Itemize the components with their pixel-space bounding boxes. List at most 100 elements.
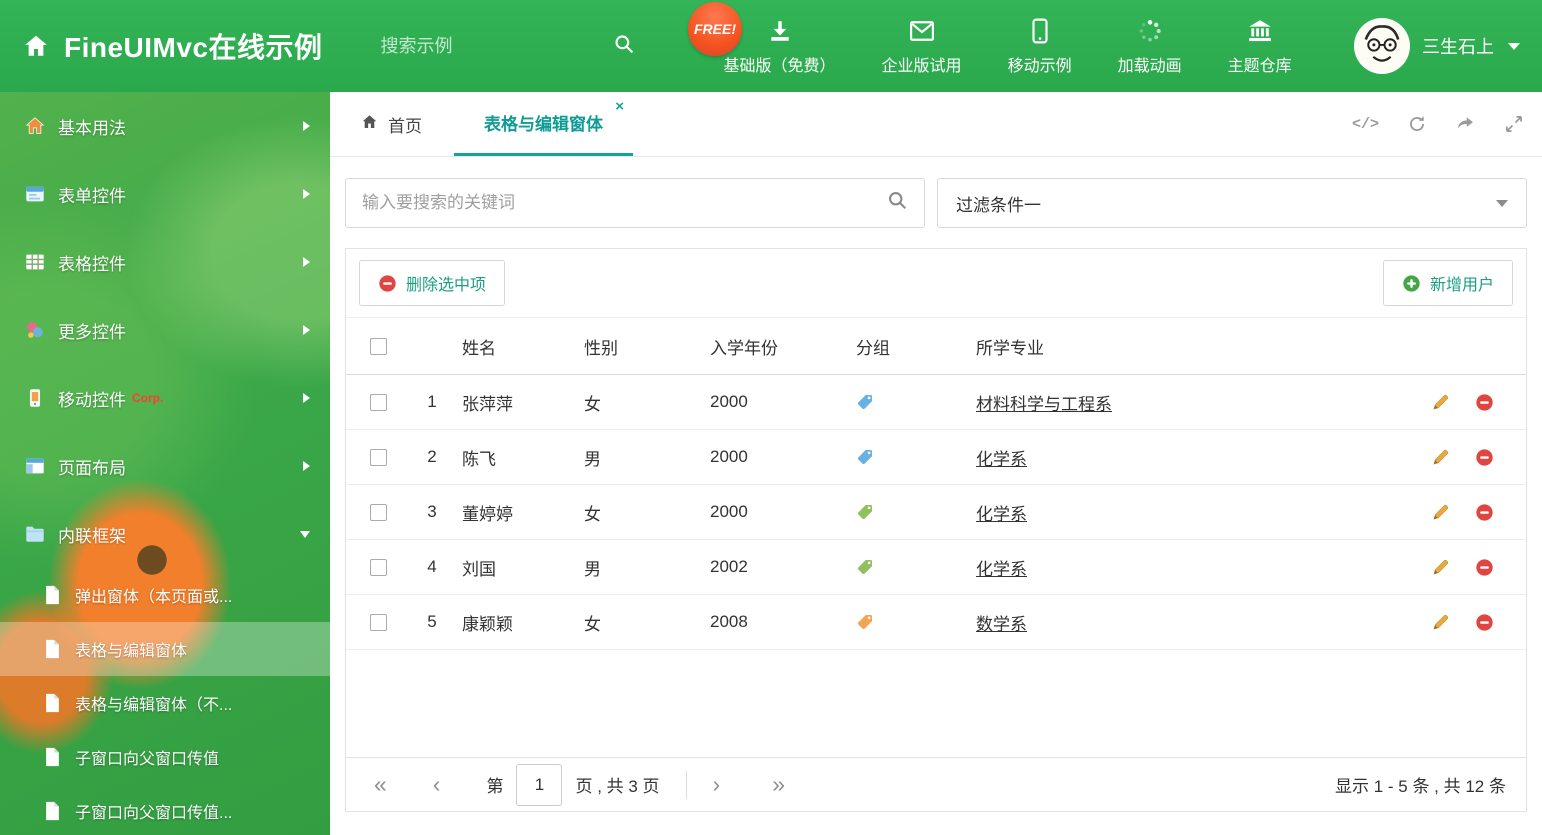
sidebar-item-more-controls[interactable]: 更多控件 [0,296,330,364]
row-number: 2 [427,447,437,466]
home-logo-icon [22,33,50,59]
tab-home[interactable]: 首页 [344,92,438,156]
source-code-icon[interactable]: </> [1352,116,1379,133]
major-link[interactable]: 数学系 [976,615,1027,634]
edit-icon[interactable] [1431,447,1451,467]
sidebar-item-form-controls[interactable]: 表单控件 [0,160,330,228]
form-icon [24,183,46,205]
mobile-icon [1030,17,1050,45]
house-icon [24,115,46,137]
delete-row-icon[interactable] [1475,448,1494,467]
expand-icon[interactable] [1504,114,1524,134]
file-icon [44,747,62,767]
delete-selected-button[interactable]: 删除选中项 [359,260,506,306]
nav-loading-animation[interactable]: 加载动画 [1118,17,1182,76]
refresh-icon[interactable] [1407,114,1427,134]
record-summary: 显示 1 - 5 条 , 共 12 条 [1335,777,1506,796]
sidebar-subitem-label: 子窗口向父窗口传值 [75,751,220,768]
mail-icon [908,17,936,45]
row-checkbox[interactable] [369,393,387,411]
row-number: 1 [427,392,437,411]
edit-icon[interactable] [1431,502,1451,522]
edit-icon[interactable] [1431,557,1451,577]
tab-bar: 首页 表格与编辑窗体 × </> [330,92,1542,157]
cell-gender: 女 [584,504,601,524]
page-label-prefix: 第 [486,777,504,796]
last-page-button[interactable]: » [772,773,785,796]
filter-dropdown[interactable]: 过滤条件一 [937,178,1527,228]
sidebar-item-grid-controls[interactable]: 表格控件 [0,228,330,296]
shapes-icon [24,319,46,341]
col-header-gender: 性别 [584,338,618,358]
tag-icon [857,614,873,630]
delete-row-icon[interactable] [1475,558,1494,577]
phone-icon [24,387,46,409]
page-content: 过滤条件一 删除选中项 新增用户 [330,157,1542,835]
tag-icon [857,504,873,520]
row-checkbox[interactable] [369,613,387,631]
sidebar-subitem-child-to-parent-2[interactable]: 子窗口向父窗口传值... [0,784,330,835]
cell-name: 陈飞 [462,449,496,469]
nav-mobile-demo[interactable]: 移动示例 [1008,17,1072,76]
page-number-input[interactable] [516,763,563,806]
major-link[interactable]: 化学系 [976,560,1027,579]
sidebar-item-mobile-controls[interactable]: 移动控件 Corp. [0,364,330,432]
search-icon[interactable] [613,33,635,60]
tab-grid-edit-window[interactable]: 表格与编辑窗体 × [454,92,633,156]
chevron-right-icon [303,325,310,335]
select-all-checkbox[interactable] [369,337,387,355]
file-icon [44,585,62,605]
delete-row-icon[interactable] [1475,393,1494,412]
row-checkbox[interactable] [369,558,387,576]
col-header-group: 分组 [856,338,890,358]
cell-name: 董婷婷 [462,504,513,524]
prev-page-button[interactable]: ‹ [433,773,441,796]
cell-gender: 男 [584,449,601,469]
page-label-suffix: 页 , 共 3 页 [575,777,660,796]
edit-icon[interactable] [1431,612,1451,632]
sidebar-item-page-layout[interactable]: 页面布局 [0,432,330,500]
nav-label: 基础版（免费） [723,57,836,75]
cell-gender: 男 [584,559,601,579]
nav-enterprise-trial[interactable]: 企业版试用 [882,17,962,76]
search-icon[interactable] [887,190,908,216]
sidebar-subitem-popup-window[interactable]: 弹出窗体（本页面或... [0,568,330,622]
sidebar-subitem-grid-edit-window-no[interactable]: 表格与编辑窗体（不... [0,676,330,730]
brand[interactable]: FineUIMvc在线示例 [22,26,323,66]
bank-icon [1246,17,1274,45]
major-link[interactable]: 化学系 [976,505,1027,524]
chevron-right-icon [303,189,310,199]
add-user-button[interactable]: 新增用户 [1382,260,1513,306]
header-search-input[interactable] [380,35,613,57]
row-checkbox[interactable] [369,448,387,466]
nav-theme-store[interactable]: 主题仓库 [1228,17,1292,76]
open-in-new-window-icon[interactable] [1455,114,1476,134]
major-link[interactable]: 化学系 [976,450,1027,469]
tag-icon [857,449,873,465]
row-number: 5 [427,612,437,631]
cell-gender: 女 [584,394,601,414]
sidebar-item-basic-usage[interactable]: 基本用法 [0,92,330,160]
next-page-button[interactable]: › [713,773,721,796]
tag-icon [857,394,873,410]
sidebar-subitem-grid-edit-window[interactable]: 表格与编辑窗体 [0,622,330,676]
user-menu[interactable]: 三生石上 [1354,18,1520,74]
keyword-search-input[interactable] [362,193,887,213]
close-icon[interactable]: × [615,99,624,114]
cell-gender: 女 [584,614,601,634]
sidebar-subitem-child-to-parent[interactable]: 子窗口向父窗口传值 [0,730,330,784]
edit-icon[interactable] [1431,392,1451,412]
nav-label: 企业版试用 [881,57,962,75]
major-link[interactable]: 材料科学与工程系 [976,395,1112,414]
row-checkbox[interactable] [369,503,387,521]
file-icon [44,639,62,659]
delete-row-icon[interactable] [1475,613,1494,632]
sidebar-item-iframe[interactable]: 内联框架 [0,500,330,568]
nav-label: 加载动画 [1117,57,1182,75]
first-page-button[interactable]: « [374,773,387,796]
grid-empty-space [346,650,1526,757]
sidebar-item-label: 基本用法 [58,118,126,138]
delete-row-icon[interactable] [1475,503,1494,522]
add-user-label: 新增用户 [1429,277,1494,294]
free-badge: FREE! [688,2,742,56]
